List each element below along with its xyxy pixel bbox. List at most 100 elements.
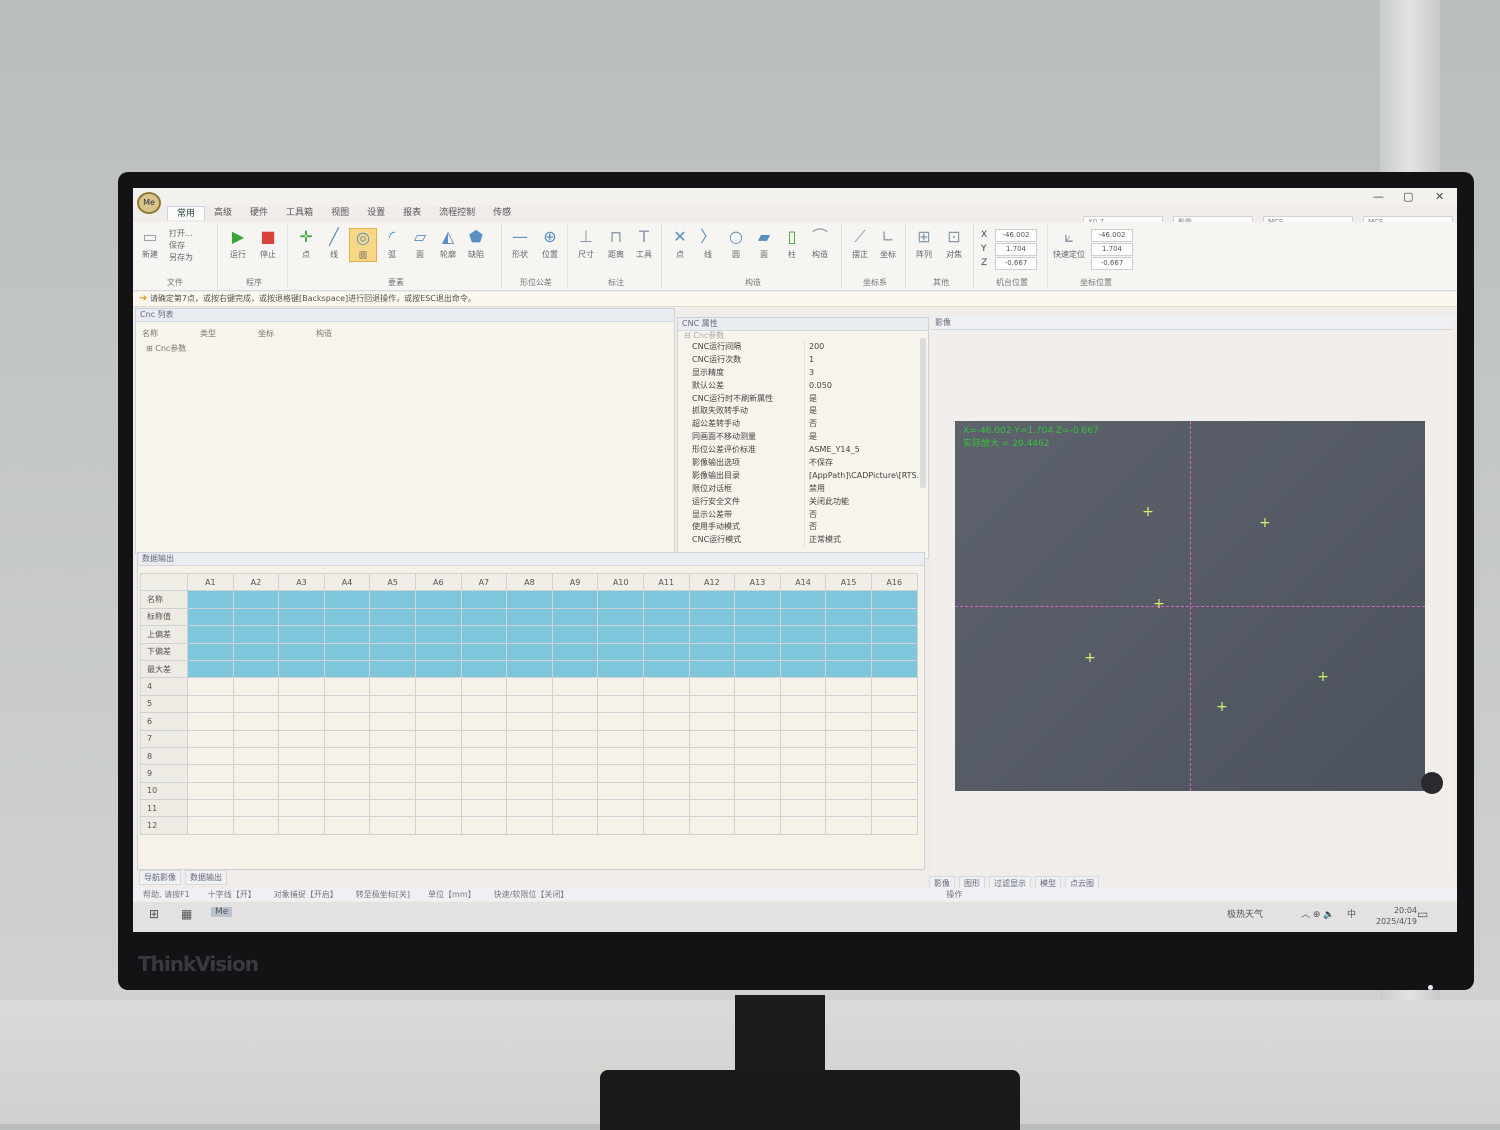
table-cell[interactable] [597,781,644,801]
tab-report[interactable]: 报表 [394,206,430,220]
snap-status[interactable]: 对象捕捉【开启】 [274,888,338,901]
construct-button[interactable]: ⌒ 构造 [807,228,833,260]
property-row[interactable]: 形位公差评价标准 ASME_Y14_5 [678,444,928,458]
column-header[interactable]: A1 [187,572,234,592]
table-cell[interactable] [734,642,781,661]
table-cell[interactable] [232,781,280,801]
property-row[interactable]: 影像输出选项 不保存 [678,457,928,470]
table-cell[interactable] [506,694,553,714]
table-cell[interactable] [323,590,371,609]
table-cell[interactable] [460,625,508,644]
table-cell[interactable] [597,799,644,818]
property-value[interactable]: [AppPath]\CADPicture\[RTS... [804,469,921,483]
measure-point-marker[interactable]: + [1141,505,1155,519]
table-cell[interactable] [232,799,280,818]
table-cell[interactable] [369,746,416,766]
table-cell[interactable] [187,799,234,818]
tab-settings[interactable]: 设置 [358,206,394,220]
table-cell[interactable] [551,642,599,661]
property-value[interactable]: 正常模式 [804,534,921,548]
table-row[interactable]: 下偏差 [140,642,918,661]
table-cell[interactable] [779,712,827,731]
quick-locate-button[interactable]: ⟀ 快速定位 [1051,228,1087,260]
table-cell[interactable] [414,642,462,661]
tray-chevron-icon[interactable]: ︿ ⊕ 🔈 [1301,907,1334,920]
tab-view[interactable]: 视图 [322,206,358,220]
property-row[interactable]: 使用手动模式 否 [678,521,928,535]
table-cell[interactable] [506,764,553,783]
circle-button[interactable]: ◎ 圆 [349,228,377,262]
table-cell[interactable] [278,816,325,835]
table-cell[interactable] [460,590,508,609]
table-cell[interactable] [870,625,918,644]
calculator-icon[interactable]: ▦ [181,907,192,921]
table-cell[interactable] [506,677,553,696]
windows-start-icon[interactable]: ⊞ [149,907,159,921]
table-cell[interactable] [414,625,462,644]
dimension-button[interactable]: ⊥ 尺寸 [573,228,599,260]
property-row[interactable]: 影像输出目录 [AppPath]\CADPicture\[RTS... [678,469,928,483]
property-row[interactable]: CNC运行时不刷新属性 是 [678,392,928,406]
table-cell[interactable] [278,694,325,714]
table-cell[interactable] [323,625,371,644]
table-cell[interactable] [825,694,872,714]
table-cell[interactable] [278,799,325,818]
table-cell[interactable] [597,746,644,766]
crosshair-status[interactable]: 十字线【开】 [208,888,256,901]
property-value[interactable]: 3 [804,366,921,380]
table-cell[interactable] [734,677,781,696]
table-cell[interactable] [870,659,918,679]
table-cell[interactable] [825,642,872,661]
table-cell[interactable] [460,659,508,679]
table-cell[interactable] [278,659,325,679]
measure-point-marker[interactable]: + [1258,516,1272,530]
table-cell[interactable] [779,694,827,714]
save-as-button[interactable]: 另存为 [169,252,193,264]
table-cell[interactable] [323,677,371,696]
table-cell[interactable] [460,694,508,714]
table-cell[interactable] [414,590,462,609]
table-cell[interactable] [187,625,234,644]
table-cell[interactable] [232,816,280,835]
table-cell[interactable] [323,816,371,835]
table-cell[interactable] [642,590,690,609]
table-cell[interactable] [597,729,644,748]
table-cell[interactable] [870,799,918,818]
table-cell[interactable] [825,746,872,766]
table-cell[interactable] [734,694,781,714]
table-cell[interactable] [825,625,872,644]
table-cell[interactable] [187,642,234,661]
arc-button[interactable]: ◜ 弧 [379,228,405,260]
table-cell[interactable] [460,781,508,801]
table-cell[interactable] [551,694,599,714]
table-cell[interactable] [642,642,690,661]
table-cell[interactable] [779,590,827,609]
table-cell[interactable] [278,677,325,696]
table-cell[interactable] [734,607,781,627]
table-cell[interactable] [232,729,280,748]
table-cell[interactable] [278,746,325,766]
table-cell[interactable] [825,590,872,609]
property-value[interactable]: 是 [804,431,921,445]
table-cell[interactable] [779,781,827,801]
distance-button[interactable]: ⊓ 距离 [603,228,629,260]
table-cell[interactable] [369,607,416,627]
table-cell[interactable] [323,781,371,801]
position-tolerance-button[interactable]: ⊕ 位置 [537,228,563,260]
tab-toolbox[interactable]: 工具箱 [277,206,322,220]
table-cell[interactable] [734,746,781,766]
table-cell[interactable] [642,712,690,731]
table-cell[interactable] [187,590,234,609]
property-row[interactable]: 显示精度 3 [678,366,928,380]
table-row[interactable]: 11 [140,799,918,818]
table-cell[interactable] [232,659,280,679]
clock[interactable]: 20:04 2025/4/19 [1376,905,1417,927]
table-cell[interactable] [825,712,872,731]
notification-icon[interactable]: ▭ [1417,907,1428,921]
table-cell[interactable] [414,799,462,818]
property-row[interactable]: CNC运行模式 正常模式 [678,534,928,548]
table-cell[interactable] [551,607,599,627]
table-cell[interactable] [460,816,508,835]
table-cell[interactable] [551,590,599,609]
table-cell[interactable] [187,729,234,748]
